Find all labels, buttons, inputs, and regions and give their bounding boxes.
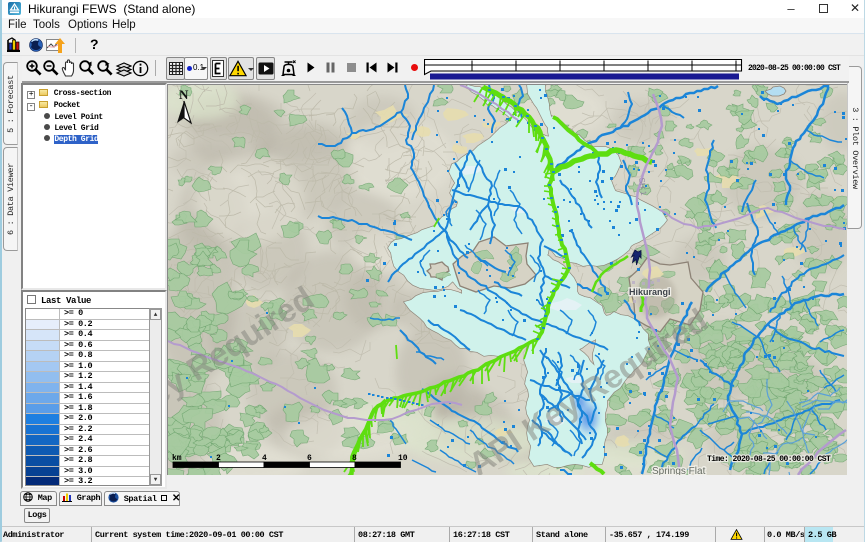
svg-text:Hikurangi: Hikurangi — [629, 287, 671, 297]
svg-text:N: N — [179, 87, 189, 102]
svg-text:Time: 2020-08-25 00:00:00 CST: Time: 2020-08-25 00:00:00 CST — [707, 455, 831, 464]
svg-text:Springs Flat: Springs Flat — [652, 466, 706, 475]
